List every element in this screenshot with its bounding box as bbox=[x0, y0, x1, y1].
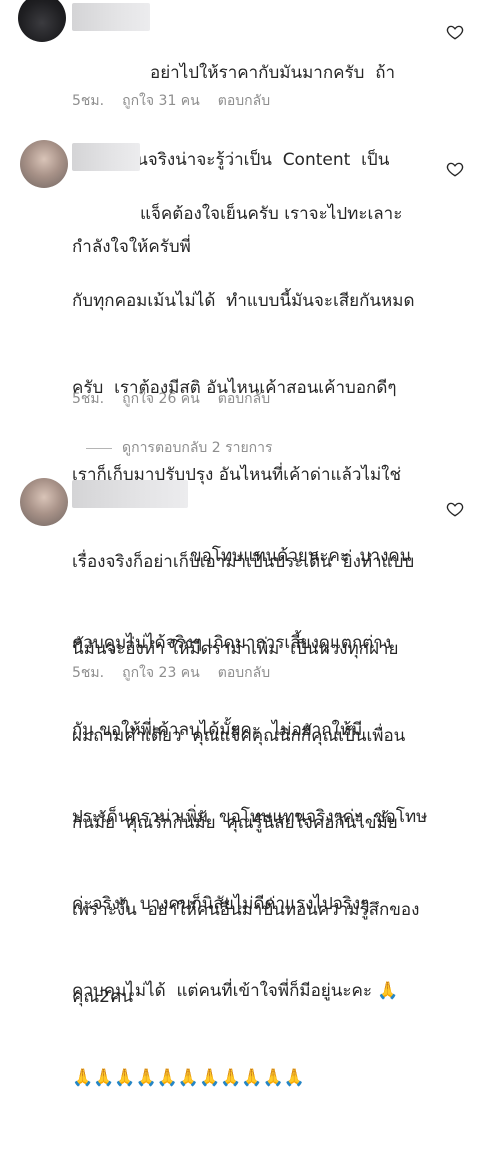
reply-button[interactable]: ตอบกลับ bbox=[218, 662, 270, 684]
like-count-link[interactable]: ถูกใจ 23 คน bbox=[122, 662, 200, 684]
like-count-link[interactable]: ถูกใจ 31 คน bbox=[122, 90, 200, 112]
avatar[interactable] bbox=[18, 0, 66, 42]
avatar[interactable] bbox=[20, 140, 68, 188]
timestamp: 5ชม. bbox=[72, 93, 105, 109]
like-count-link[interactable]: ถูกใจ 26 คน bbox=[122, 388, 200, 410]
divider-line bbox=[86, 447, 112, 449]
timestamp: 5ชม. bbox=[72, 665, 105, 681]
reply-button[interactable]: ตอบกลับ bbox=[218, 90, 270, 112]
heart-icon[interactable] bbox=[446, 160, 464, 178]
comment-meta: 5ชม. ถูกใจ 26 คน ตอบกลับ bbox=[72, 388, 270, 410]
view-replies-label: ดูการตอบกลับ 2 รายการ bbox=[122, 440, 273, 456]
comment-meta: 5ชม. ถูกใจ 23 คน ตอบกลับ bbox=[72, 662, 270, 684]
avatar[interactable] bbox=[20, 478, 68, 526]
view-replies-link[interactable]: ดูการตอบกลับ 2 รายการ bbox=[86, 437, 273, 459]
comment-line: กับทุกคอมเม้นไม่ได้ ทำแบบนี้มันจะเสียกัน… bbox=[72, 291, 415, 311]
comment-line: แจ็คต้องใจเย็นครับ เราจะไปทะเลาะ bbox=[140, 204, 403, 224]
comment-line: ค่ะจริงๆ บางคนก็นิสัยไม่ดีด่าแรงไปจริงๆ bbox=[72, 894, 370, 914]
heart-icon[interactable] bbox=[446, 23, 464, 41]
comment-line: กัน ขอให้พี่เค้าลบได้มั้ยคะ ไม่อยากให้มี bbox=[72, 720, 363, 740]
comment-line: 🙏🙏🙏🙏🙏🙏🙏🙏🙏🙏🙏 bbox=[72, 1068, 305, 1088]
comment-line: ควบคุมไม่ได้ แต่คนที่เข้าใจพี่ก็มีอยู่นะ… bbox=[72, 981, 399, 1001]
comment-line: ประเด็นดราม่าเพิ่ม ขอโทษแทนจริงๆค่ะ ขอโท… bbox=[72, 807, 428, 827]
comment-line: ควบคุมไม่ได้จริงๆ เกิดมาการเลี้ยงดูแตกต่… bbox=[72, 633, 392, 653]
comment-line: อย่าไปให้ราคากับมันมากครับ ถ้า bbox=[150, 63, 396, 83]
username-redacted[interactable] bbox=[72, 3, 150, 31]
reply-button[interactable]: ตอบกลับ bbox=[218, 388, 270, 410]
heart-icon[interactable] bbox=[446, 500, 464, 518]
comment-text: ขอโทษแทนด้วยนะคะ บางคน ควบคุมไม่ได้จริงๆ… bbox=[72, 484, 427, 1151]
comment-meta: 5ชม. ถูกใจ 31 คน ตอบกลับ bbox=[72, 90, 270, 112]
comment-line: ขอโทษแทนด้วยนะคะ บางคน bbox=[190, 546, 412, 566]
timestamp: 5ชม. bbox=[72, 391, 105, 407]
